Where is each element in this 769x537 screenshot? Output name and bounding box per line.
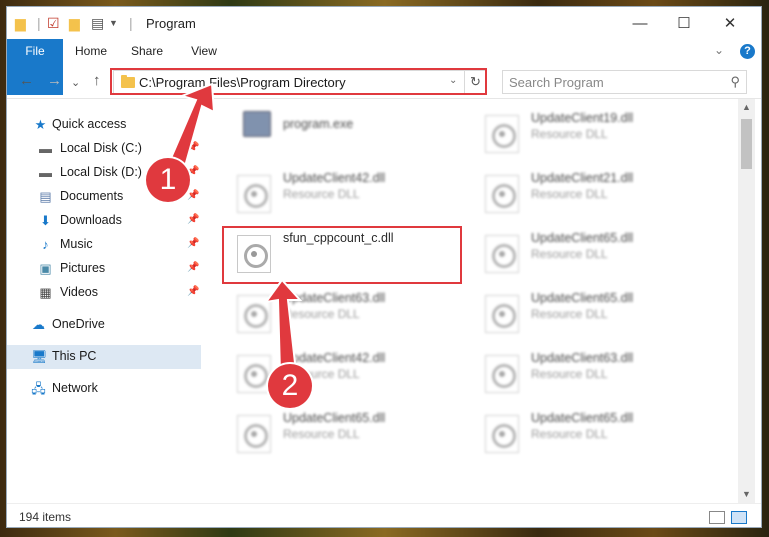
step-1-badge: 1	[146, 158, 190, 202]
step-2-badge: 2	[268, 364, 312, 408]
annotation-arrows	[166, 82, 303, 373]
arrow-1	[166, 82, 216, 172]
arrow-2	[263, 278, 303, 373]
